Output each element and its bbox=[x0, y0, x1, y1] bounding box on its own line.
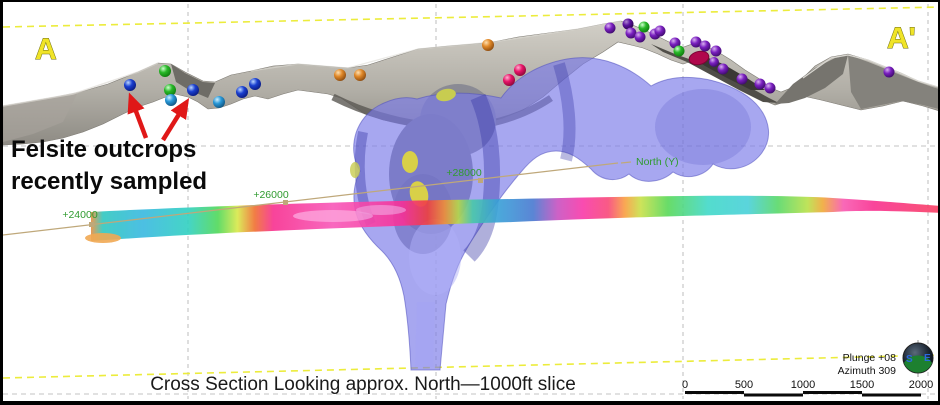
collar-point-purple bbox=[737, 74, 748, 85]
orientation-globe-icon[interactable]: S E bbox=[903, 340, 933, 377]
scale-label-500: 500 bbox=[735, 379, 753, 391]
collar-point-blue bbox=[249, 78, 261, 90]
callout-text-line2: recently sampled bbox=[11, 168, 207, 195]
collar-point-purple bbox=[635, 32, 646, 43]
section-label-a: A bbox=[35, 33, 57, 66]
globe-south-letter: S bbox=[906, 354, 913, 365]
collar-point-orange bbox=[354, 69, 366, 81]
collar-point-cyan bbox=[165, 94, 177, 106]
collar-point-purple bbox=[605, 23, 616, 34]
collar-point-purple bbox=[765, 83, 776, 94]
collar-point-pink bbox=[514, 64, 526, 76]
heatmap-slice bbox=[85, 196, 940, 243]
collar-point-purple bbox=[700, 41, 711, 52]
cross-section-figure: +24000 +26000 +28000 North (Y) A A' Fels… bbox=[0, 0, 940, 405]
slice-top-edge bbox=[3, 7, 940, 27]
collar-point-purple bbox=[709, 57, 719, 67]
collar-point-blue bbox=[124, 79, 136, 91]
scale-label-1500: 1500 bbox=[850, 379, 874, 391]
collar-point-purple bbox=[884, 67, 895, 78]
collar-point-orange bbox=[334, 69, 346, 81]
collar-point-purple bbox=[655, 26, 666, 37]
azimuth-label: Azimuth 309 bbox=[838, 365, 897, 377]
scene-viewport[interactable]: +24000 +26000 +28000 North (Y) A A' Fels… bbox=[3, 2, 940, 401]
collar-point-orange bbox=[482, 39, 494, 51]
collar-point-green bbox=[674, 46, 685, 57]
scale-bar: 0 500 1000 1500 2000 bbox=[682, 379, 933, 397]
collar-point-blue bbox=[236, 86, 248, 98]
collar-point-pink bbox=[503, 74, 515, 86]
collar-point-purple bbox=[711, 46, 722, 57]
plunge-label: Plunge +08 bbox=[843, 352, 897, 364]
collar-point-green bbox=[159, 65, 171, 77]
collar-point-green bbox=[639, 22, 650, 33]
axis-tick-24000 bbox=[89, 222, 94, 227]
collar-point-purple bbox=[718, 64, 729, 75]
axis-tick-label: +28000 bbox=[446, 167, 481, 179]
collar-point-cyan bbox=[213, 96, 225, 108]
axis-tick-label: +26000 bbox=[253, 189, 288, 201]
section-label-a-prime: A' bbox=[887, 22, 916, 55]
scale-label-0: 0 bbox=[682, 379, 688, 391]
scale-label-2000: 2000 bbox=[909, 379, 933, 391]
collar-point-purple bbox=[755, 79, 766, 90]
axis-tick-label: +24000 bbox=[62, 209, 97, 221]
globe-east-letter: E bbox=[924, 353, 931, 364]
scale-label-1000: 1000 bbox=[791, 379, 815, 391]
callout-text-line1: Felsite outcrops bbox=[11, 136, 196, 163]
axis-name-label: North (Y) bbox=[636, 156, 679, 168]
figure-caption: Cross Section Looking approx. North—1000… bbox=[150, 374, 576, 395]
collar-point-blue bbox=[187, 84, 199, 96]
